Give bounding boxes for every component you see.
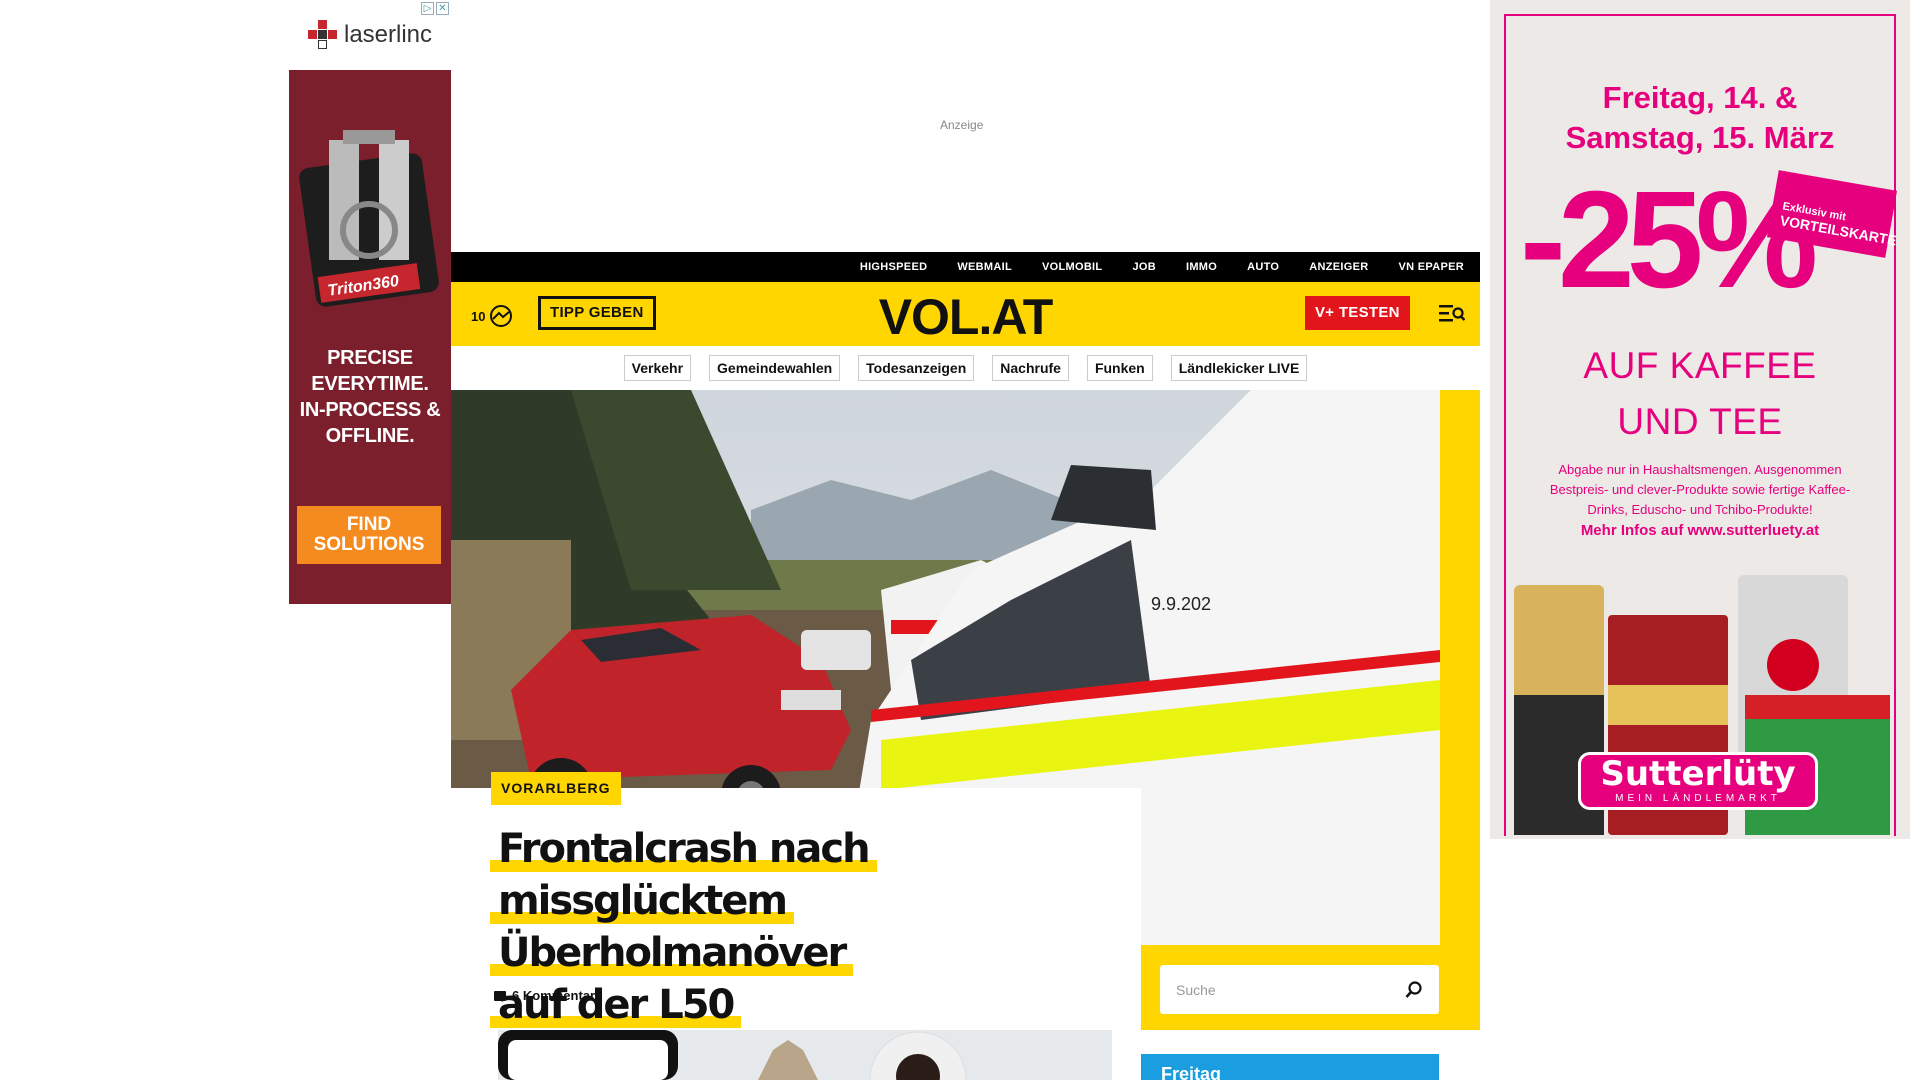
nav-link-auto[interactable]: AUTO: [1247, 261, 1279, 273]
nav-link-vn-epaper[interactable]: VN EPAPER: [1399, 261, 1464, 273]
nav-link-webmail[interactable]: WEBMAIL: [957, 261, 1012, 273]
comments-link[interactable]: 6 Kommentare: [494, 988, 602, 1003]
topic-funken[interactable]: Funken: [1086, 355, 1153, 381]
comment-icon: [494, 990, 506, 1001]
nav-link-job[interactable]: JOB: [1132, 261, 1156, 273]
search-input[interactable]: [1176, 981, 1405, 998]
weather-widget[interactable]: 10: [471, 304, 513, 328]
search-icon[interactable]: [1405, 980, 1423, 999]
vplus-testen-button[interactable]: V+ TESTEN: [1305, 296, 1410, 330]
teaser-image[interactable]: [498, 1030, 1112, 1080]
topic-verkehr[interactable]: Verkehr: [623, 355, 692, 381]
site-header: VOL.AT 10 TIPP GEBEN V+ TESTEN: [451, 282, 1480, 346]
ad-label: Anzeige: [940, 118, 984, 132]
ad-more-info[interactable]: Mehr Infos auf www.sutterluety.at: [1490, 522, 1910, 539]
ad-discount: -25%: [1520, 163, 1818, 317]
find-solutions-button[interactable]: FIND SOLUTIONS: [297, 506, 441, 564]
ad-date: Freitag, 14. & Samstag, 15. März: [1565, 80, 1835, 155]
sutterluety-logo: Sutterlüty MEIN LÄNDLEMARKT: [1578, 752, 1818, 810]
service-nav: HIGHSPEED WEBMAIL VOLMOBIL JOB IMMO AUTO…: [451, 252, 1480, 282]
temperature: 10: [471, 308, 486, 324]
triton-machine-image: Triton360: [299, 130, 439, 307]
vehicle-number: 9.9.202: [1151, 594, 1211, 614]
tipp-geben-button[interactable]: TIPP GEBEN: [538, 296, 656, 330]
weather-icon: [490, 305, 513, 327]
menu-search-icon[interactable]: [1439, 302, 1465, 324]
nav-link-immo[interactable]: IMMO: [1186, 261, 1217, 273]
comments-count: 6 Kommentare: [512, 988, 603, 1003]
ad-subline: AUF KAFFEE UND TEE: [1583, 345, 1817, 442]
nav-link-volmobil[interactable]: VOLMOBIL: [1042, 261, 1102, 273]
adchoices-icon[interactable]: ▷ ✕: [421, 2, 449, 15]
left-ad[interactable]: laserlinc ▷ ✕ Triton360 PRECISE EVERYTIME…: [289, 0, 451, 604]
topic-laendlekicker-live[interactable]: Ländlekicker LIVE: [1170, 355, 1308, 381]
ad-logo-text: laserlinc: [343, 21, 433, 48]
ad-fine-print: Abgabe nur in Haushaltsmengen. Ausgenomm…: [1549, 462, 1851, 517]
right-ad[interactable]: Freitag, 14. & Samstag, 15. März -25% Ex…: [1490, 0, 1910, 839]
topic-nachrufe[interactable]: Nachrufe: [992, 355, 1069, 381]
ad-logo-bar: laserlinc ▷ ✕: [289, 0, 451, 70]
nav-link-highspeed[interactable]: HIGHSPEED: [860, 261, 928, 273]
search-box: [1160, 965, 1439, 1014]
topic-gemeindewahlen[interactable]: Gemeindewahlen: [709, 355, 841, 381]
ad-headline: PRECISE EVERYTIME. IN-PROCESS & OFFLINE.: [299, 347, 441, 447]
nav-link-anzeiger[interactable]: ANZEIGER: [1309, 261, 1368, 273]
topic-todesanzeigen[interactable]: Todesanzeigen: [858, 355, 975, 381]
article-kicker[interactable]: VORARLBERG: [491, 772, 621, 805]
topic-nav: Verkehr Gemeindewahlen Todesanzeigen Nac…: [451, 346, 1480, 390]
laserlinc-logo-icon: [307, 20, 338, 50]
sidebar-teaser[interactable]: Freitag: [1141, 1054, 1439, 1084]
